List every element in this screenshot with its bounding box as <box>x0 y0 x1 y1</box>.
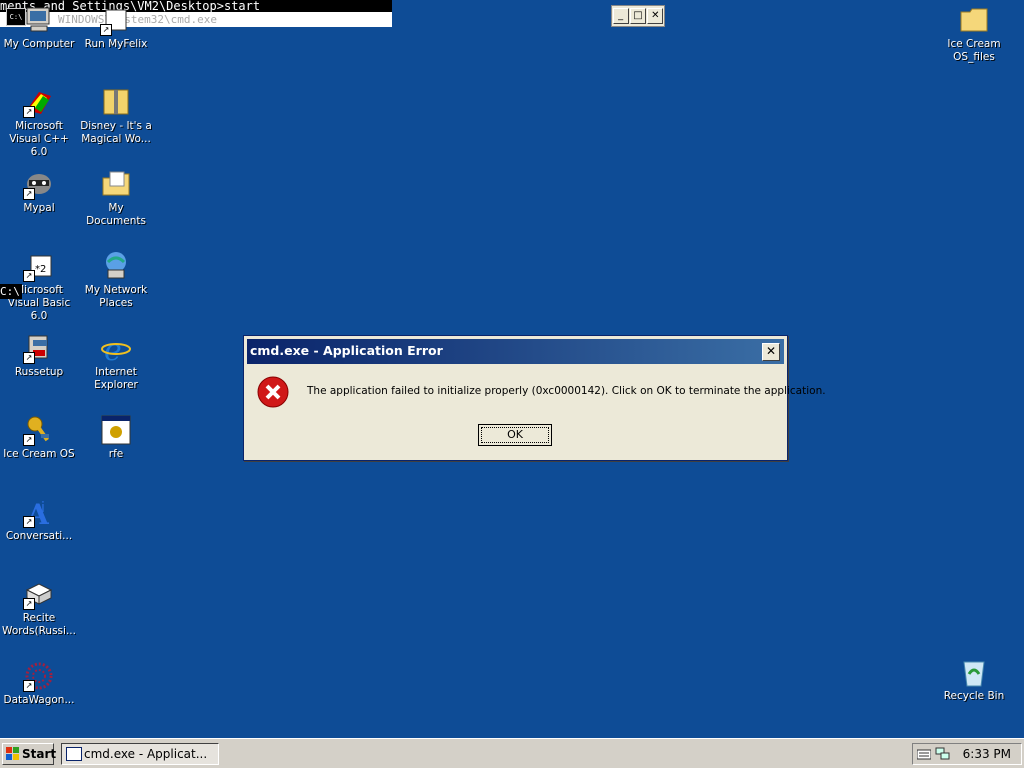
task-label: cmd.exe - Applicat... <box>84 747 208 761</box>
icon-label: My Documents <box>86 202 146 227</box>
icon-label: Recycle Bin <box>943 690 1005 702</box>
app-window-icon <box>100 414 132 446</box>
ok-label: OK <box>481 427 549 443</box>
visual-cpp-icon: ↗ <box>23 86 55 118</box>
maximize-button[interactable]: □ <box>629 8 646 24</box>
icon-label: Conversati... <box>5 530 73 542</box>
documents-folder-icon <box>100 168 132 200</box>
start-button[interactable]: Start <box>2 743 57 765</box>
dialog-close-button[interactable]: ✕ <box>762 343 780 361</box>
desktop-icon-ice-cream-os[interactable]: ↗ Ice Cream OS <box>0 414 78 461</box>
windows-logo-icon <box>6 747 19 760</box>
error-dialog: cmd.exe - Application Error ✕ The applic… <box>243 335 826 461</box>
desktop-icon-datawagon[interactable]: ↗ DataWagon... <box>0 660 78 707</box>
network-icon[interactable] <box>935 747 951 761</box>
book-icon: ↗ <box>23 578 55 610</box>
icon-label: Recite Words(Russi... <box>2 612 76 637</box>
desktop-icon-recite-words[interactable]: ↗ Recite Words(Russi... <box>0 578 78 638</box>
desktop-icon-visual-cpp[interactable]: ↗ Microsoft Visual C++ 6.0 <box>0 86 78 159</box>
window-icon <box>66 747 82 761</box>
ok-button[interactable]: OK <box>478 424 552 446</box>
close-button[interactable]: ✕ <box>647 8 664 24</box>
dialog-title: cmd.exe - Application Error <box>250 343 443 358</box>
folder-zip-icon <box>100 86 132 118</box>
taskbar-button-cmd[interactable]: cmd.exe - Applicat... <box>61 743 219 765</box>
system-tray: 6:33 PM <box>912 743 1022 765</box>
desktop-icon-recycle-bin[interactable]: Recycle Bin <box>935 656 1013 703</box>
icon-label: rfe <box>108 448 124 460</box>
icon-label: Mypal <box>23 202 55 214</box>
key-icon: ↗ <box>23 414 55 446</box>
icon-label: My Computer <box>3 38 75 50</box>
icon-label: Russetup <box>14 366 64 378</box>
desktop-icon-my-documents[interactable]: My Documents <box>77 168 155 228</box>
desktop-icon-russetup[interactable]: ↗ Russetup <box>0 332 78 379</box>
desktop-icon-disney[interactable]: Disney - It's a Magical Wo... <box>77 86 155 146</box>
dialog-titlebar[interactable]: cmd.exe - Application Error ✕ <box>247 339 784 364</box>
taskbar: Start cmd.exe - Applicat... 6:33 PM <box>0 738 1024 768</box>
svg-text:e: e <box>104 333 122 364</box>
run-icon: ↗ <box>100 4 132 36</box>
console-fragment: C:\ <box>0 284 22 299</box>
icon-label: Disney - It's a Magical Wo... <box>80 120 152 145</box>
desktop-icon-conversation[interactable]: Ai ↗ Conversati... <box>0 496 78 543</box>
desktop-icon-ice-cream-os-files[interactable]: Ice Cream OS_files <box>935 4 1013 64</box>
desktop-icon-network-places[interactable]: My Network Places <box>77 250 155 310</box>
icon-label: Internet Explorer <box>94 366 138 391</box>
desktop-icon-my-computer[interactable]: My Computer <box>0 4 78 51</box>
icon-label: DataWagon... <box>3 694 75 706</box>
window-controls: _ □ ✕ <box>611 5 665 27</box>
conversation-icon: Ai ↗ <box>23 496 55 531</box>
svg-text:i: i <box>41 500 45 516</box>
internet-explorer-icon: e <box>100 332 132 368</box>
setup-icon: ↗ <box>23 332 55 364</box>
desktop-icon-internet-explorer[interactable]: e Internet Explorer <box>77 332 155 392</box>
icon-label: Run MyFelix <box>84 38 148 50</box>
icon-label: My Network Places <box>84 284 148 309</box>
error-icon <box>257 376 289 408</box>
recycle-bin-icon <box>958 656 990 688</box>
desktop-icon-run-myfelix[interactable]: ↗ Run MyFelix <box>77 4 155 51</box>
minimize-button[interactable]: _ <box>612 8 629 24</box>
raccoon-icon: ↗ <box>23 168 55 200</box>
keyboard-icon[interactable] <box>917 748 931 760</box>
datawagon-icon: ↗ <box>23 660 55 692</box>
desktop-icon-rfe[interactable]: rfe <box>77 414 155 461</box>
start-label: Start <box>22 747 57 761</box>
visual-basic-icon: *2 ↗ <box>23 250 55 282</box>
icon-label: Ice Cream OS_files <box>947 38 1001 63</box>
icon-label: Microsoft Visual C++ 6.0 <box>9 120 69 158</box>
clock[interactable]: 6:33 PM <box>963 747 1011 761</box>
desktop-icon-mypal[interactable]: ↗ Mypal <box>0 168 78 215</box>
svg-text:*2: *2 <box>35 264 46 275</box>
folder-icon <box>958 4 990 36</box>
icon-label: Ice Cream OS <box>3 448 75 460</box>
error-message: The application failed to initialize pro… <box>307 385 826 397</box>
computer-icon <box>23 4 55 36</box>
network-places-icon <box>100 250 132 282</box>
